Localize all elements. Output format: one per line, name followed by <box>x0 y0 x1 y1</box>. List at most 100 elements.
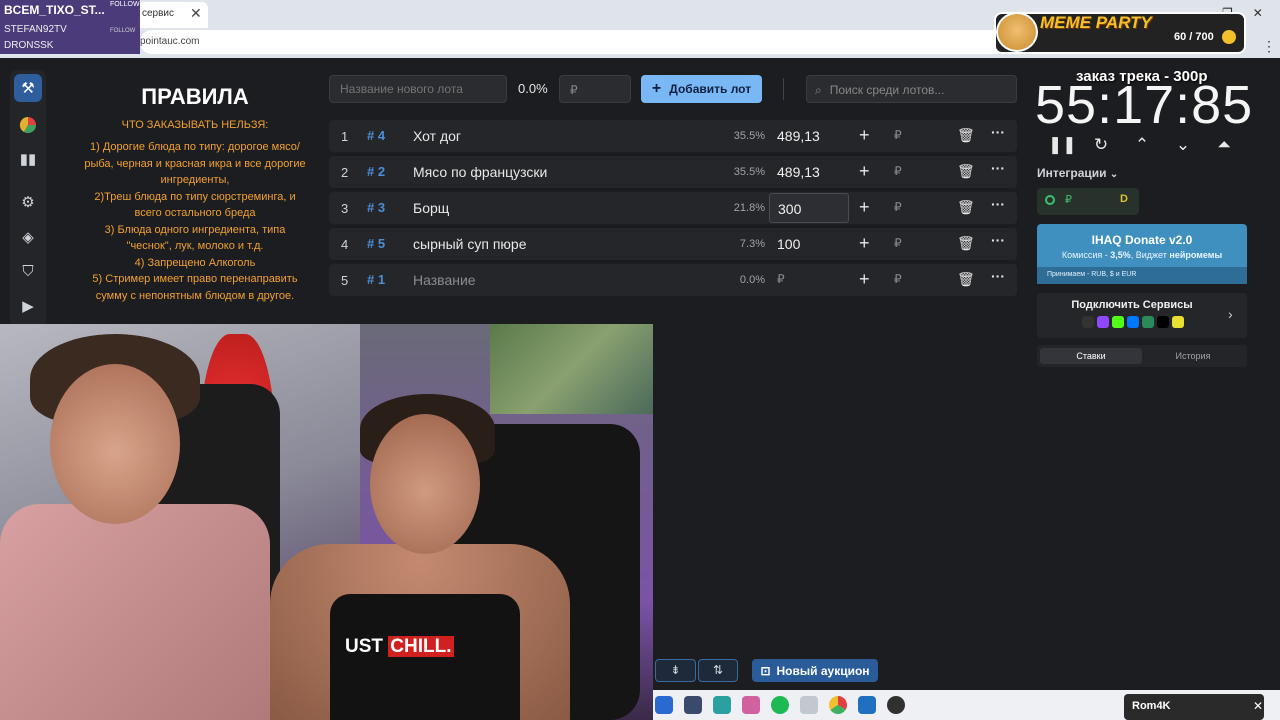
notification-toast[interactable]: Rom4K <box>1124 694 1264 720</box>
calculator-icon[interactable] <box>684 696 702 714</box>
donate-footer: Принимаем - RUB, $ и EUR <box>1037 267 1247 284</box>
lot-id: # 2 <box>367 164 386 179</box>
integrations-dropdown[interactable]: Интеграции ⌄ <box>1037 166 1118 180</box>
ruble-icon[interactable]: ₽ <box>1065 193 1072 206</box>
add-amount-icon[interactable]: + <box>859 233 870 254</box>
lot-percent: 35.5% <box>733 166 765 178</box>
rules-line: всего остального бреда <box>134 207 256 219</box>
lot-row: 4 # 5 сырный суп пюре 7.3% 100 + ₽ 🗑 ··· <box>329 228 1017 260</box>
add-amount-icon[interactable]: + <box>859 269 870 290</box>
reset-icon[interactable]: ↻ <box>1089 135 1113 155</box>
trash-icon[interactable]: 🗑 <box>957 127 975 144</box>
more-icon[interactable]: ··· <box>991 232 1005 248</box>
trash-icon[interactable]: 🗑 <box>957 235 975 252</box>
lot-name-input[interactable]: Мясо по французски <box>413 164 547 180</box>
trash-icon[interactable]: 🗑 <box>957 199 975 216</box>
lot-name-input[interactable]: Борщ <box>413 200 449 216</box>
trash-icon[interactable]: 🗑 <box>957 163 975 180</box>
search-placeholder: Поиск среди лотов... <box>829 83 945 97</box>
pause-icon[interactable]: ❚❚ <box>1048 135 1077 155</box>
snipping-icon[interactable] <box>858 696 876 714</box>
layers-icon[interactable]: ◈ <box>14 223 42 251</box>
notepad-icon[interactable] <box>800 696 818 714</box>
plus-icon: + <box>651 80 662 97</box>
video-icon[interactable]: ▶ <box>14 292 42 320</box>
shield-icon[interactable]: ⛉ <box>14 257 42 285</box>
meme-party-count: 60 / 700 <box>1174 31 1214 43</box>
chrome-icon[interactable] <box>829 696 847 714</box>
store-icon[interactable] <box>655 696 673 714</box>
wall-painting <box>490 324 653 414</box>
rules-line: 5) Стример имеет право перенаправить <box>92 273 298 285</box>
person-head <box>370 414 480 554</box>
auction-hammer-icon[interactable]: ⚒ <box>14 74 42 102</box>
tab-history[interactable]: История <box>1142 348 1244 364</box>
add-amount-icon[interactable]: + <box>859 161 870 182</box>
lot-name-input[interactable]: Название <box>413 272 476 288</box>
radio-icon[interactable] <box>1045 195 1055 205</box>
lot-percent: 0.0% <box>739 274 765 286</box>
lot-id: # 1 <box>367 272 386 287</box>
rules-line: "чеснок", лук, молоко и т.д. <box>126 240 264 252</box>
lot-amount-input[interactable]: 300 <box>769 193 849 223</box>
lot-percent: 35.5% <box>733 130 765 142</box>
lot-amount-input[interactable]: 100 <box>769 229 849 259</box>
lot-row: 2 # 2 Мясо по французски 35.5% 489,13 + … <box>329 156 1017 188</box>
new-lot-name-input[interactable] <box>329 75 507 103</box>
rules-line: рыба, черная и красная икра и все дороги… <box>84 157 306 170</box>
chevron-up-icon[interactable]: ⌃ <box>1130 135 1154 155</box>
lot-id: # 5 <box>367 236 386 251</box>
lot-amount-input[interactable]: 489,13 <box>769 121 849 151</box>
compact-view-icon[interactable]: ⇟ <box>655 659 696 682</box>
obs-icon[interactable] <box>887 696 905 714</box>
tab-title: сервис <box>142 8 175 19</box>
lot-index: 2 <box>341 165 349 180</box>
lot-amount-input[interactable]: ₽ <box>769 265 849 295</box>
globe-icon[interactable] <box>713 696 731 714</box>
more-icon[interactable]: ··· <box>991 124 1005 140</box>
new-lot-amount-input[interactable]: ₽ <box>559 75 631 103</box>
stats-icon[interactable]: ▮▮ <box>14 145 42 173</box>
double-chevron-up-icon[interactable]: ⏶ <box>1212 135 1236 155</box>
lot-percent: 7.3% <box>739 238 765 250</box>
lot-name-input[interactable]: сырный суп пюре <box>413 236 526 252</box>
rules-title: ПРАВИЛА <box>141 84 249 109</box>
close-window-icon[interactable]: ✕ <box>1253 6 1263 20</box>
donation-alerts-icon[interactable]: D <box>1120 193 1128 205</box>
new-auction-button[interactable]: ⊡ Новый аукцион <box>752 659 878 682</box>
rules-line: ингредиенты, <box>160 174 230 186</box>
chevron-down-icon[interactable]: ⌄ <box>1171 135 1195 155</box>
more-icon[interactable]: ··· <box>991 196 1005 212</box>
spotify-icon[interactable] <box>771 696 789 714</box>
donate-subtitle: Комиссия - 3,5%, Виджет нейромемы <box>1061 250 1223 260</box>
add-amount-icon[interactable]: + <box>859 197 870 218</box>
close-icon[interactable]: ✕ <box>1253 699 1263 713</box>
rules-line: сумму с непонятным блюдом в другое. <box>95 289 295 302</box>
x-icon <box>1157 316 1169 328</box>
lot-amount-input[interactable]: 489,13 <box>769 157 849 187</box>
url-bar[interactable]: pointauc.com <box>140 30 1040 54</box>
shirt-print: UST CHILL. <box>345 636 454 657</box>
rules-line: 4) Запрещено Алкоголь <box>134 256 256 269</box>
lot-row: 1 # 4 Хот дог 35.5% 489,13 + ₽ 🗑 ··· <box>329 120 1017 152</box>
tab-close-icon[interactable]: ✕ <box>190 5 202 22</box>
sort-icon[interactable]: ⇅ <box>698 659 738 682</box>
add-amount-icon[interactable]: + <box>859 125 870 146</box>
gear-icon[interactable]: ⚙ <box>14 188 42 216</box>
tab-bids[interactable]: Ставки <box>1040 348 1142 364</box>
integrations-label: Интеграции <box>1037 166 1107 180</box>
lot-name-input[interactable]: Хот дог <box>413 128 461 144</box>
lot-percent: 21.8% <box>733 202 765 214</box>
trash-icon[interactable]: 🗑 <box>957 271 975 288</box>
lot-search-input[interactable]: ⌕ Поиск среди лотов... <box>806 75 1017 103</box>
more-icon[interactable]: ··· <box>991 268 1005 284</box>
paint-icon[interactable] <box>742 696 760 714</box>
chat-follow-label: FOLLOW <box>110 1 140 8</box>
add-lot-button[interactable]: + Добавить лот <box>641 75 762 103</box>
rules-subtitle: ЧТО ЗАКАЗЫВАТЬ НЕЛЬЗЯ: <box>121 119 269 131</box>
lot-row: 5 # 1 Название 0.0% ₽ + ₽ 🗑 ··· <box>329 264 1017 296</box>
chat-streamer-name: BCEM_TIXO_ST... <box>4 3 105 17</box>
wheel-icon[interactable] <box>14 111 42 139</box>
browser-menu-icon[interactable]: ⋮ <box>1262 38 1276 55</box>
more-icon[interactable]: ··· <box>991 160 1005 176</box>
